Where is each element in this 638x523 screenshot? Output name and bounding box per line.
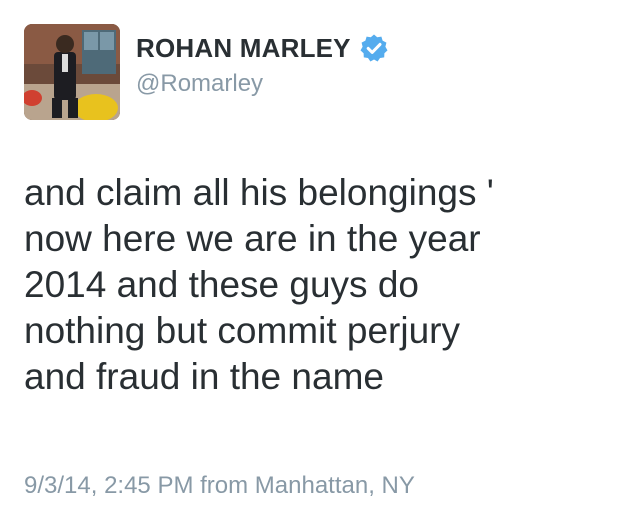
tweet-text-line: 2014 and these guys do xyxy=(24,264,419,305)
tweet-text-line: now here we are in the year xyxy=(24,218,481,259)
tweet-text-line: and claim all his belongings ' xyxy=(24,172,494,213)
display-name[interactable]: ROHAN MARLEY xyxy=(136,33,351,64)
name-row: ROHAN MARLEY xyxy=(136,30,389,66)
tweet-card: ROHAN MARLEY @Romarley and claim all his… xyxy=(0,0,638,523)
verified-badge-icon xyxy=(359,33,389,63)
tweet-text-line: nothing but commit perjury xyxy=(24,310,460,351)
avatar-photo xyxy=(24,24,120,120)
tweet-text: and claim all his belongings ' now here … xyxy=(24,170,624,400)
author-handle[interactable]: @Romarley xyxy=(136,70,389,98)
avatar[interactable] xyxy=(24,24,120,120)
author-info: ROHAN MARLEY @Romarley xyxy=(136,30,389,98)
tweet-header: ROHAN MARLEY @Romarley xyxy=(24,24,389,124)
tweet-text-line: and fraud in the name xyxy=(24,356,384,397)
tweet-timestamp[interactable]: 9/3/14, 2:45 PM from Manhattan, NY xyxy=(24,472,415,500)
